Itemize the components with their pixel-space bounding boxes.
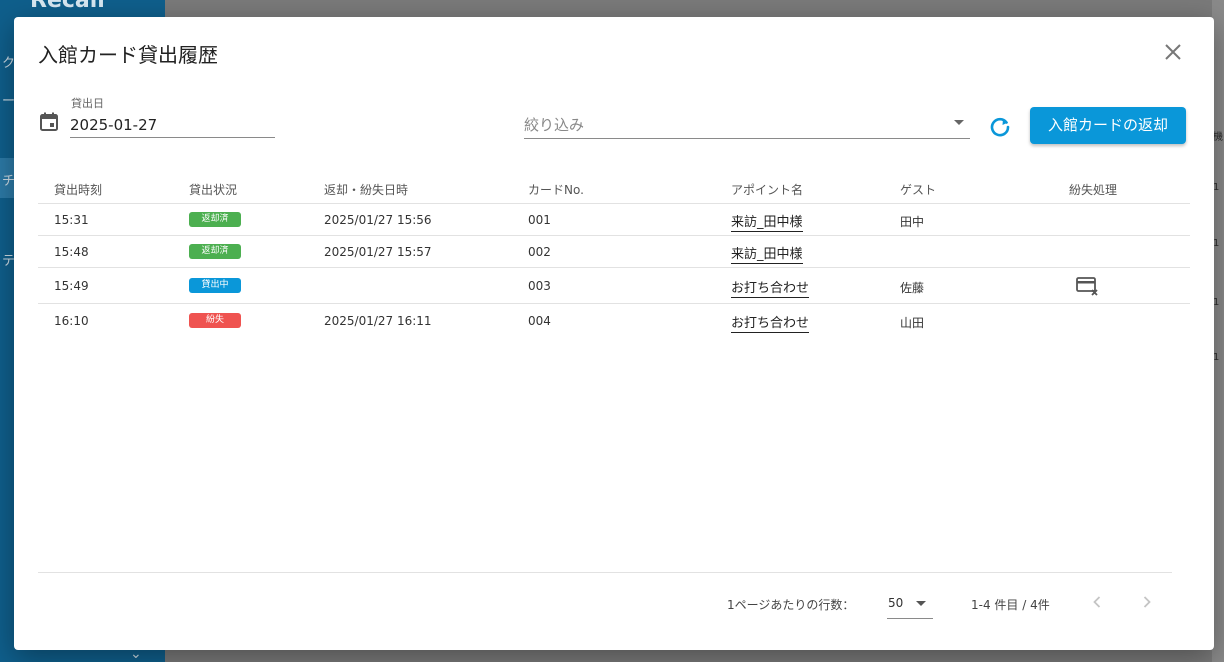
column-header-guest[interactable]: ゲスト xyxy=(900,181,936,198)
cell-card-no: 004 xyxy=(528,314,551,328)
cell-card-no: 001 xyxy=(528,213,551,227)
refresh-icon[interactable] xyxy=(986,113,1014,141)
cell-time: 15:31 xyxy=(54,213,89,227)
column-header-time[interactable]: 貸出時刻 xyxy=(54,181,102,198)
filter-placeholder: 絞り込み xyxy=(524,116,585,134)
table-row: 15:48 返却済 2025/01/27 15:57 002 来訪_田中様 xyxy=(38,236,1190,268)
card-lost-icon[interactable] xyxy=(1075,275,1099,297)
column-header-appointment[interactable]: アポイント名 xyxy=(731,181,803,198)
pagination-range: 1-4 件目 / 4件 xyxy=(971,598,1050,612)
cell-guest: 田中 xyxy=(900,215,925,229)
rows-per-page-value: 50 xyxy=(888,596,904,610)
table-row: 15:49 貸出中 003 お打ち合わせ 佐藤 xyxy=(38,268,1190,304)
table-row: 15:31 返却済 2025/01/27 15:56 001 来訪_田中様 田中 xyxy=(38,204,1190,236)
status-badge: 貸出中 xyxy=(189,278,241,293)
close-icon[interactable] xyxy=(1160,39,1186,65)
cell-guest: 佐藤 xyxy=(900,281,925,295)
cell-returned: 2025/01/27 16:11 xyxy=(324,314,432,328)
history-table: 貸出時刻 貸出状況 返却・紛失日時 カードNo. アポイント名 ゲスト 紛失処理… xyxy=(38,170,1190,338)
status-badge: 紛失 xyxy=(189,313,241,328)
column-header-lost-action: 紛失処理 xyxy=(1069,183,1118,197)
cell-card-no: 002 xyxy=(528,245,551,259)
date-field-label: 貸出日 xyxy=(71,97,104,110)
appointment-link[interactable]: お打ち合わせ xyxy=(731,277,810,298)
dropdown-arrow-icon xyxy=(954,120,964,125)
card-history-dialog: 入館カード貸出履歴 貸出日 絞り込み 入館カードの返却 貸出時刻 貸出状況 返却… xyxy=(14,17,1214,650)
date-input[interactable] xyxy=(70,112,275,138)
cell-returned: 2025/01/27 15:56 xyxy=(324,213,432,227)
column-header-card-no[interactable]: カードNo. xyxy=(528,181,584,198)
cell-time: 15:48 xyxy=(54,245,89,259)
dropdown-arrow-icon xyxy=(916,601,926,606)
cell-guest: 山田 xyxy=(900,316,925,330)
chevron-right-icon[interactable] xyxy=(1136,591,1158,613)
rows-per-page-label: 1ページあたりの行数： xyxy=(727,598,855,612)
cell-time: 16:10 xyxy=(54,314,89,328)
appointment-link[interactable]: 来訪_田中様 xyxy=(731,243,803,264)
appointment-link[interactable]: お打ち合わせ xyxy=(731,312,810,333)
calendar-icon[interactable] xyxy=(38,111,60,133)
table-row: 16:10 紛失 2025/01/27 16:11 004 お打ち合わせ 山田 xyxy=(38,304,1190,338)
footer-divider xyxy=(38,572,1172,573)
background-right-text: 機 xyxy=(1213,132,1223,143)
appointment-link[interactable]: 来訪_田中様 xyxy=(731,211,803,232)
table-header: 貸出時刻 貸出状況 返却・紛失日時 カードNo. アポイント名 ゲスト 紛失処理 xyxy=(38,170,1190,204)
column-header-returned[interactable]: 返却・紛失日時 xyxy=(324,181,408,198)
status-badge: 返却済 xyxy=(189,212,241,227)
filter-select[interactable]: 絞り込み xyxy=(524,109,970,139)
column-header-status[interactable]: 貸出状況 xyxy=(189,181,237,198)
rows-per-page-select[interactable]: 50 xyxy=(887,589,933,619)
cell-time: 15:49 xyxy=(54,279,89,293)
background-brand: Recall xyxy=(30,0,105,13)
cell-returned: 2025/01/27 15:57 xyxy=(324,245,432,259)
return-card-button[interactable]: 入館カードの返却 xyxy=(1030,107,1186,144)
chevron-left-icon[interactable] xyxy=(1086,591,1108,613)
status-badge: 返却済 xyxy=(189,244,241,259)
cell-card-no: 003 xyxy=(528,279,551,293)
dialog-title: 入館カード貸出履歴 xyxy=(38,43,218,67)
